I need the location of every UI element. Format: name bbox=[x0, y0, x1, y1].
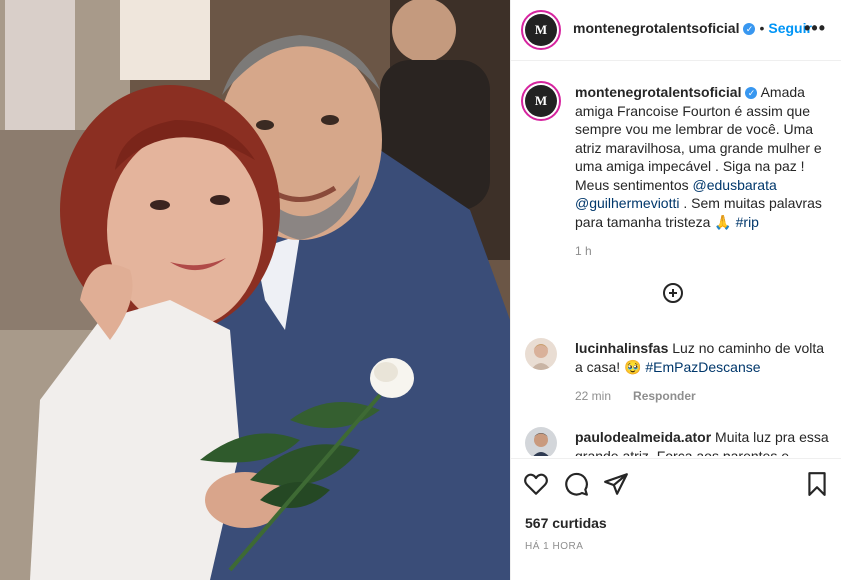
reply-button[interactable]: Responder bbox=[633, 389, 696, 403]
commenter-avatar-image bbox=[525, 427, 557, 456]
caption-author-avatar[interactable]: M bbox=[521, 81, 561, 121]
likes-count[interactable]: 567 curtidas bbox=[525, 515, 607, 531]
caption-author-username[interactable]: montenegrotalentsoficial bbox=[575, 84, 741, 100]
mention-link[interactable]: @edusbarata bbox=[693, 177, 777, 193]
verified-badge-icon: ✓ bbox=[745, 87, 758, 100]
hashtag-link[interactable]: #rip bbox=[736, 214, 759, 230]
bookmark-icon[interactable] bbox=[804, 471, 830, 497]
post-actions: 567 curtidas HÁ 1 HORA bbox=[511, 458, 841, 581]
hashtag-link[interactable]: #EmPazDescanse bbox=[645, 359, 760, 375]
comment-icon[interactable] bbox=[563, 471, 589, 497]
commenter-username[interactable]: paulodealmeida.ator bbox=[575, 429, 711, 445]
mention-link[interactable]: @guilhermeviotti bbox=[575, 195, 679, 211]
commenter-username[interactable]: lucinhalinsfas bbox=[575, 340, 668, 356]
post-timestamp: HÁ 1 HORA bbox=[525, 541, 584, 552]
comment-body: paulodealmeida.ator Muita luz pra essa g… bbox=[575, 428, 830, 456]
plus-circle-icon[interactable] bbox=[663, 283, 683, 303]
author-username[interactable]: montenegrotalentsoficial bbox=[573, 20, 739, 36]
comment-meta: 22 min Responder bbox=[575, 389, 696, 403]
photo-illustration bbox=[0, 0, 510, 580]
verified-badge-icon: ✓ bbox=[743, 22, 756, 35]
separator-dot: • bbox=[759, 20, 765, 36]
comments-section[interactable]: M montenegrotalentsoficial ✓ Amada amiga … bbox=[511, 61, 841, 456]
post-header: M montenegrotalentsoficial ✓ • Seguir ••• bbox=[511, 0, 841, 61]
post-photo[interactable] bbox=[0, 0, 510, 580]
caption-avatar-logo: M bbox=[525, 85, 557, 117]
caption-timestamp: 1 h bbox=[575, 244, 592, 258]
header-text: montenegrotalentsoficial ✓ • Seguir bbox=[573, 20, 812, 38]
heart-icon[interactable] bbox=[523, 471, 549, 497]
comment-timestamp: 22 min bbox=[575, 389, 612, 403]
post-caption: montenegrotalentsoficial ✓ Amada amiga Fr… bbox=[575, 83, 830, 231]
post-side-panel: M montenegrotalentsoficial ✓ • Seguir ••• M… bbox=[510, 0, 841, 580]
commenter-avatar-image bbox=[525, 338, 557, 370]
paper-plane-icon[interactable] bbox=[603, 471, 629, 497]
commenter-avatar[interactable] bbox=[525, 427, 557, 456]
author-avatar[interactable]: M bbox=[521, 10, 561, 50]
comment-body: lucinhalinsfas Luz no caminho de volta a… bbox=[575, 339, 830, 376]
more-options-icon[interactable]: ••• bbox=[804, 19, 826, 37]
author-avatar-logo: M bbox=[525, 14, 557, 46]
commenter-avatar[interactable] bbox=[525, 338, 557, 370]
